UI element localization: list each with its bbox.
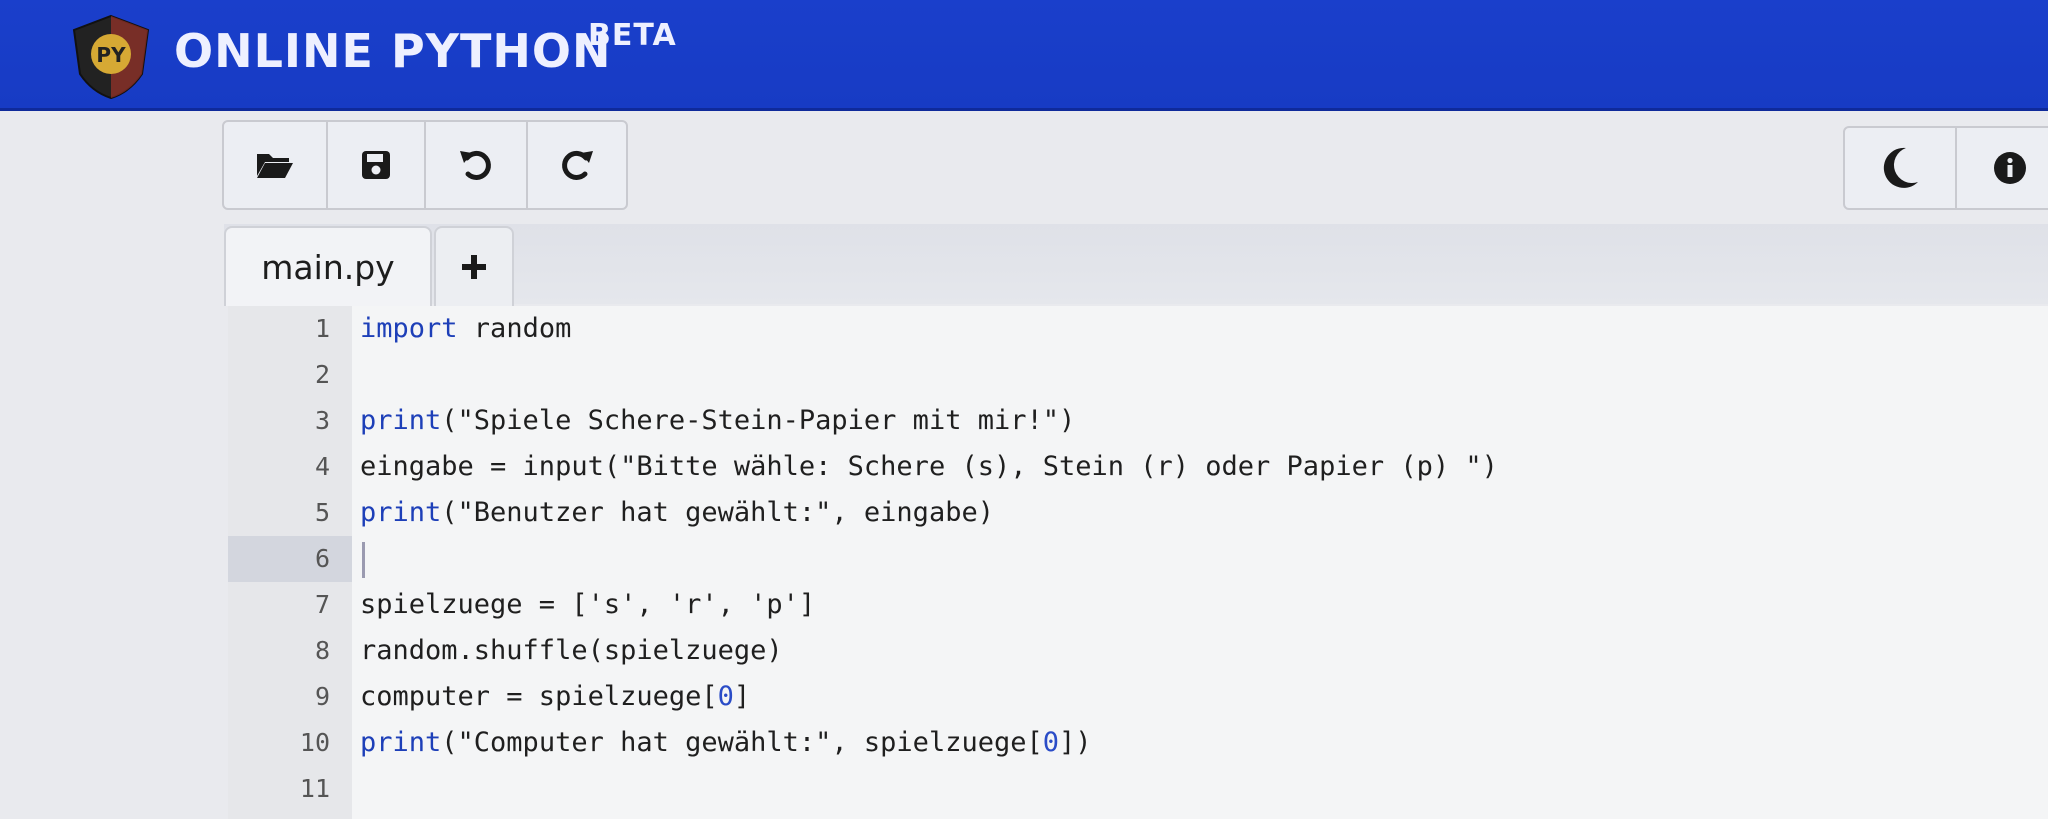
- settings-toolbar: [1843, 126, 2048, 210]
- code-rest: random: [457, 313, 572, 344]
- beta-badge: BETA: [588, 18, 677, 53]
- code-line[interactable]: 11: [228, 766, 2048, 812]
- code-line[interactable]: 6: [228, 536, 2048, 582]
- code-text: spielzuege = ['s', 'r', 'p']: [360, 582, 815, 628]
- line-number: 4: [314, 452, 330, 481]
- code-line[interactable]: 5 print("Benutzer hat gewählt:", eingabe): [228, 490, 2048, 536]
- code-keyword: print: [360, 497, 442, 528]
- line-number: 8: [314, 636, 330, 665]
- code-number: 0: [717, 681, 734, 712]
- code-text: computer = spielzuege[0]: [360, 674, 750, 720]
- save-icon: [362, 151, 390, 179]
- line-number: 3: [314, 406, 330, 435]
- code-rest: random.shuffle(spielzuege): [360, 635, 783, 666]
- line-number: 6: [228, 536, 352, 582]
- line-number: 2: [314, 360, 330, 389]
- plus-icon: [462, 255, 486, 279]
- save-file-button[interactable]: [328, 122, 426, 208]
- app-title: ONLINE PYTHON: [174, 24, 612, 78]
- undo-button[interactable]: [426, 122, 528, 208]
- code-line[interactable]: 3 print("Spiele Schere-Stein-Papier mit m…: [228, 398, 2048, 444]
- line-number: 1: [314, 314, 330, 343]
- code-keyword: print: [360, 405, 442, 436]
- line-number: 10: [299, 728, 330, 757]
- moon-icon: [1883, 147, 1918, 188]
- app-header: PY ONLINE PYTHON BETA: [0, 0, 2048, 111]
- code-text: print("Spiele Schere-Stein-Papier mit mi…: [360, 398, 1075, 444]
- code-rest: ("Spiele Schere-Stein-Papier mit mir!"): [441, 405, 1076, 436]
- code-text: import random: [360, 306, 571, 352]
- code-rest: spielzuege = ['s', 'r', 'p']: [360, 589, 816, 620]
- text-cursor: [362, 542, 365, 578]
- code-text: random.shuffle(spielzuege): [360, 628, 783, 674]
- code-keyword: print: [360, 727, 442, 758]
- code-text: print("Computer hat gewählt:", spielzueg…: [360, 720, 1092, 766]
- code-line[interactable]: 9 computer = spielzuege[0]: [228, 674, 2048, 720]
- open-folder-icon: [257, 154, 293, 178]
- info-icon: [1994, 152, 2026, 184]
- code-line[interactable]: 7 spielzuege = ['s', 'r', 'p']: [228, 582, 2048, 628]
- line-number: 11: [299, 774, 330, 803]
- code-number: 0: [1042, 727, 1060, 758]
- code-line[interactable]: 8 random.shuffle(spielzuege): [228, 628, 2048, 674]
- redo-icon: [562, 150, 593, 180]
- dark-mode-button[interactable]: [1845, 128, 1957, 208]
- file-toolbar: [222, 120, 628, 210]
- code-keyword: import: [360, 313, 458, 344]
- code-text: eingabe = input("Bitte wähle: Schere (s)…: [360, 444, 1498, 490]
- redo-button[interactable]: [528, 122, 626, 208]
- python-logo-icon: PY: [72, 14, 150, 100]
- code-line[interactable]: 10 print("Computer hat gewählt:", spielzu…: [228, 720, 2048, 766]
- code-line[interactable]: 1 import random: [228, 306, 2048, 352]
- code-rest: ("Computer hat gewählt:", spielzuege[0]): [441, 727, 1092, 758]
- code-line[interactable]: 4 eingabe = input("Bitte wähle: Schere (s…: [228, 444, 2048, 490]
- code-rest: computer = spielzuege[0]: [360, 681, 751, 712]
- code-text: print("Benutzer hat gewählt:", eingabe): [360, 490, 994, 536]
- line-number: 7: [314, 590, 330, 619]
- logo-text: PY: [96, 43, 126, 67]
- undo-icon: [460, 150, 491, 180]
- open-file-button[interactable]: [224, 122, 328, 208]
- code-line[interactable]: 2: [228, 352, 2048, 398]
- add-tab-button[interactable]: [434, 226, 514, 306]
- line-number: 5: [314, 498, 330, 527]
- code-rest: ("Benutzer hat gewählt:", eingabe): [441, 497, 994, 528]
- code-rest: eingabe = input("Bitte wähle: Schere (s)…: [360, 451, 1498, 482]
- info-button[interactable]: [1957, 128, 2048, 208]
- line-number: 9: [314, 682, 330, 711]
- tab-main-py[interactable]: main.py: [224, 226, 432, 306]
